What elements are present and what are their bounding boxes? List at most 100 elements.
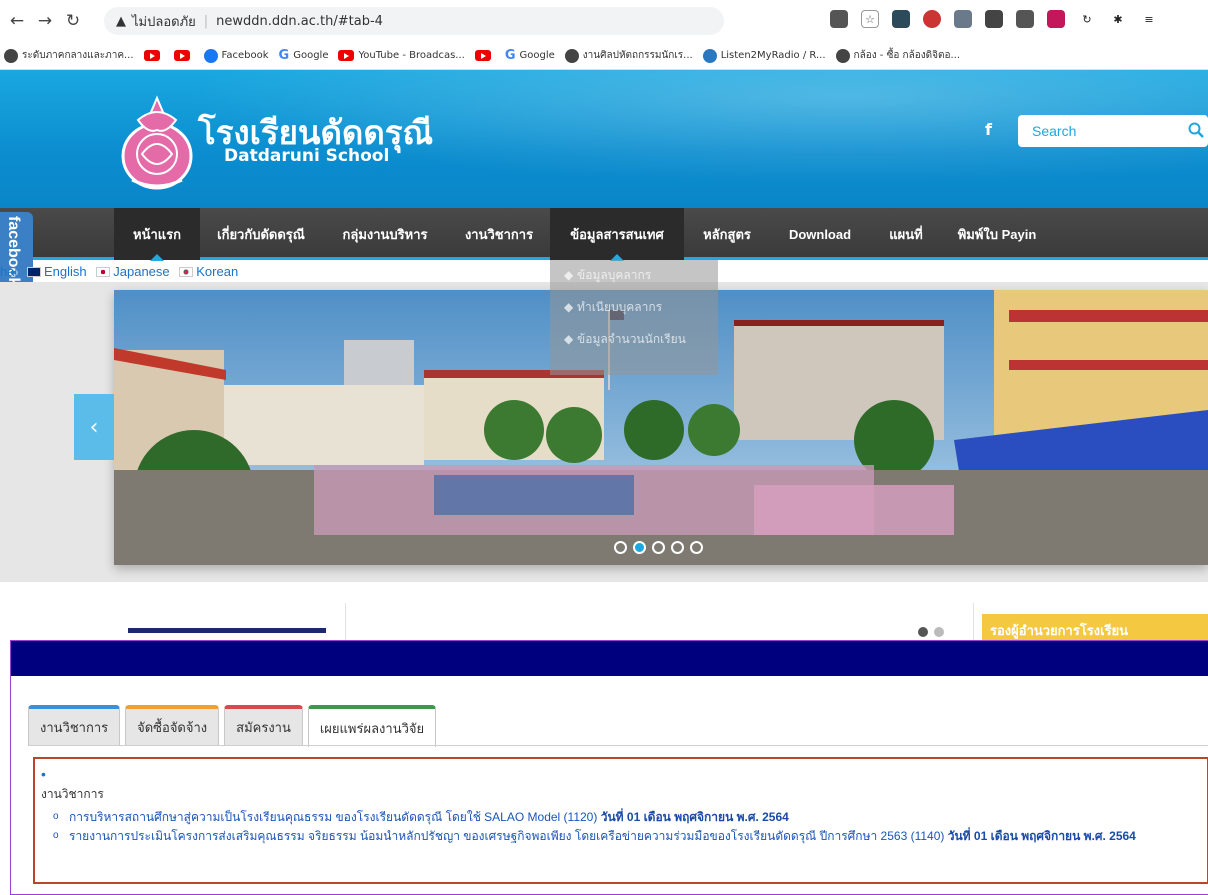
reading-list-icon[interactable]: ≡ — [1140, 10, 1158, 28]
carousel-dot[interactable] — [934, 627, 944, 637]
bookmark-item[interactable] — [474, 50, 495, 61]
main-navigation: หน้าแรก เกี่ยวกับดัดดรุณี กลุ่มงานบริหาร… — [0, 208, 1208, 261]
language-selector: hai English Japanese Korean — [0, 264, 238, 279]
security-warning-label: ไม่ปลอดภัย — [132, 14, 196, 30]
item-title[interactable]: รายงานการประเมินโครงการส่งเสริมคุณธรรม จ… — [69, 829, 944, 843]
list-item[interactable]: รายงานการประเมินโครงการส่งเสริมคุณธรรม จ… — [41, 826, 1201, 846]
radio-icon — [702, 48, 717, 63]
facebook-icon — [203, 48, 218, 63]
tab-academic[interactable]: งานวิชาการ — [28, 705, 121, 746]
uk-flag-icon — [26, 267, 41, 277]
browser-toolbar: ← → ↻ ▲ ไม่ปลอดภัย | newddn.ddn.ac.th/#t… — [0, 0, 1208, 42]
news-widget: งานวิชาการ จัดซื้อจัดจ้าง สมัครงาน เผยแพ… — [10, 640, 1208, 895]
slider-dot[interactable] — [690, 541, 703, 554]
item-date: วันที่ 01 เดือน พฤศจิกายน พ.ศ. 2564 — [947, 829, 1136, 843]
bookmark-star-icon[interactable]: ☆ — [861, 10, 879, 28]
carousel-dots — [918, 627, 944, 637]
tab-jobs[interactable]: สมัครงาน — [224, 705, 303, 746]
extension-icon[interactable] — [1016, 10, 1034, 28]
nav-item-payin[interactable]: พิมพ์ใบ Payin — [942, 208, 1052, 260]
category-label: งานวิชาการ — [41, 787, 104, 801]
lang-english[interactable]: English — [44, 264, 87, 279]
puzzle-icon[interactable]: ✱ — [1109, 10, 1127, 28]
youtube-icon — [173, 50, 190, 61]
dropdown-item[interactable]: ◆ ทำเนียบบุคลากร — [550, 292, 718, 324]
nav-item-administration[interactable]: กลุ่มงานบริหาร — [322, 208, 448, 260]
extension-icon[interactable] — [1047, 10, 1065, 28]
search-box — [1018, 115, 1208, 147]
bookmark-item[interactable]: กล้อง - ซื้อ กล้องดิจิตอ... — [835, 48, 960, 63]
slider-dot[interactable] — [614, 541, 627, 554]
youtube-icon — [143, 50, 160, 61]
share-icon[interactable] — [830, 10, 848, 28]
bookmark-item[interactable] — [143, 50, 164, 61]
lang-thai[interactable]: hai — [0, 264, 17, 279]
slider-prev-button[interactable]: ‹ — [74, 394, 114, 460]
bookmark-item[interactable]: Listen2MyRadio / R... — [702, 48, 826, 63]
tab-procurement[interactable]: จัดซื้อจัดจ้าง — [125, 705, 220, 746]
back-icon[interactable]: ← — [6, 10, 28, 32]
bookmark-item[interactable] — [173, 50, 194, 61]
extension-icon[interactable] — [985, 10, 1003, 28]
nav-item-download[interactable]: Download — [770, 208, 870, 260]
japan-flag-icon — [96, 267, 111, 277]
nav-item-academic[interactable]: งานวิชาการ — [448, 208, 550, 260]
search-input[interactable] — [1018, 116, 1168, 146]
divider — [345, 603, 346, 643]
slider-dot[interactable] — [652, 541, 665, 554]
facebook-icon[interactable]: f — [985, 120, 992, 139]
extension-icon[interactable] — [923, 10, 941, 28]
tab-underline — [28, 745, 1208, 746]
dropdown-item[interactable]: ◆ ข้อมูลจำนวนนักเรียน — [550, 324, 718, 356]
bookmark-item[interactable]: YouTube - Broadcas... — [338, 50, 465, 61]
bookmark-item[interactable]: Facebook — [203, 48, 269, 63]
site-header: โรงเรียนดัดดรุณี Datdaruni School f — [0, 70, 1208, 208]
extension-icon[interactable]: ↻ — [1078, 10, 1096, 28]
extension-icons: ☆ ↻ ✱ ≡ — [830, 10, 1158, 28]
list-item[interactable]: การบริหารสถานศึกษาสู่ความเป็นโรงเรียนคุณ… — [41, 807, 1201, 827]
bookmark-item[interactable]: G Google — [279, 48, 329, 63]
url-text[interactable]: newddn.ddn.ac.th/#tab-4 — [216, 14, 383, 29]
extension-icon[interactable] — [954, 10, 972, 28]
nav-item-home[interactable]: หน้าแรก — [114, 208, 200, 261]
nav-item-map[interactable]: แผนที่ — [870, 208, 942, 260]
warning-icon[interactable]: ▲ — [116, 14, 126, 29]
nav-item-information[interactable]: ข้อมูลสารสนเทศ — [550, 208, 684, 261]
extension-icon[interactable] — [892, 10, 910, 28]
google-icon: G — [504, 48, 516, 63]
widget-tabs: งานวิชาการ จัดซื้อจัดจ้าง สมัครงาน เผยแพ… — [28, 705, 441, 747]
globe-icon — [564, 48, 579, 63]
globe-icon — [4, 48, 18, 63]
dropdown-item[interactable]: ◆ ข้อมูลบุคลากร — [550, 260, 718, 292]
active-indicator — [150, 254, 164, 261]
information-dropdown: ◆ ข้อมูลบุคลากร ◆ ทำเนียบบุคลากร ◆ ข้อมู… — [550, 260, 718, 375]
bullet-icon: • — [41, 766, 46, 782]
bookmark-item[interactable]: ระดับภาคกลางและภาค... — [4, 48, 134, 63]
reload-icon[interactable]: ↻ — [62, 10, 84, 32]
bookmarks-bar: ระดับภาคกลางและภาค... Facebook G Google Y… — [0, 42, 1208, 70]
school-name-english: Datdaruni School — [224, 146, 390, 166]
carousel-dot[interactable] — [918, 627, 928, 637]
school-logo-icon[interactable] — [118, 94, 196, 190]
slider-dot-active[interactable] — [633, 541, 646, 554]
youtube-icon — [474, 50, 491, 61]
deputy-director-header: รองผู้อำนวยการโรงเรียน — [982, 614, 1208, 642]
section-bar — [128, 628, 326, 633]
lang-korean[interactable]: Korean — [196, 264, 238, 279]
forward-icon[interactable]: → — [34, 10, 56, 32]
bookmark-item[interactable]: งานศิลปหัตถกรรมนักเร... — [564, 48, 693, 63]
widget-header-bar — [11, 641, 1208, 676]
bookmark-item[interactable]: G Google — [505, 48, 555, 63]
nav-item-curriculum[interactable]: หลักสูตร — [684, 208, 770, 260]
slider-dots — [614, 541, 703, 554]
nav-item-about[interactable]: เกี่ยวกับดัดดรุณี — [200, 208, 322, 260]
korea-flag-icon — [179, 267, 194, 277]
address-bar[interactable]: ▲ ไม่ปลอดภัย | newddn.ddn.ac.th/#tab-4 — [104, 7, 724, 35]
lang-japanese[interactable]: Japanese — [113, 264, 169, 279]
search-icon[interactable] — [1188, 122, 1204, 138]
slider-dot[interactable] — [671, 541, 684, 554]
tab-research[interactable]: เผยแพร่ผลงานวิจัย — [307, 705, 437, 747]
youtube-icon — [338, 50, 355, 61]
item-title[interactable]: การบริหารสถานศึกษาสู่ความเป็นโรงเรียนคุณ… — [69, 810, 597, 824]
divider: | — [203, 13, 209, 29]
